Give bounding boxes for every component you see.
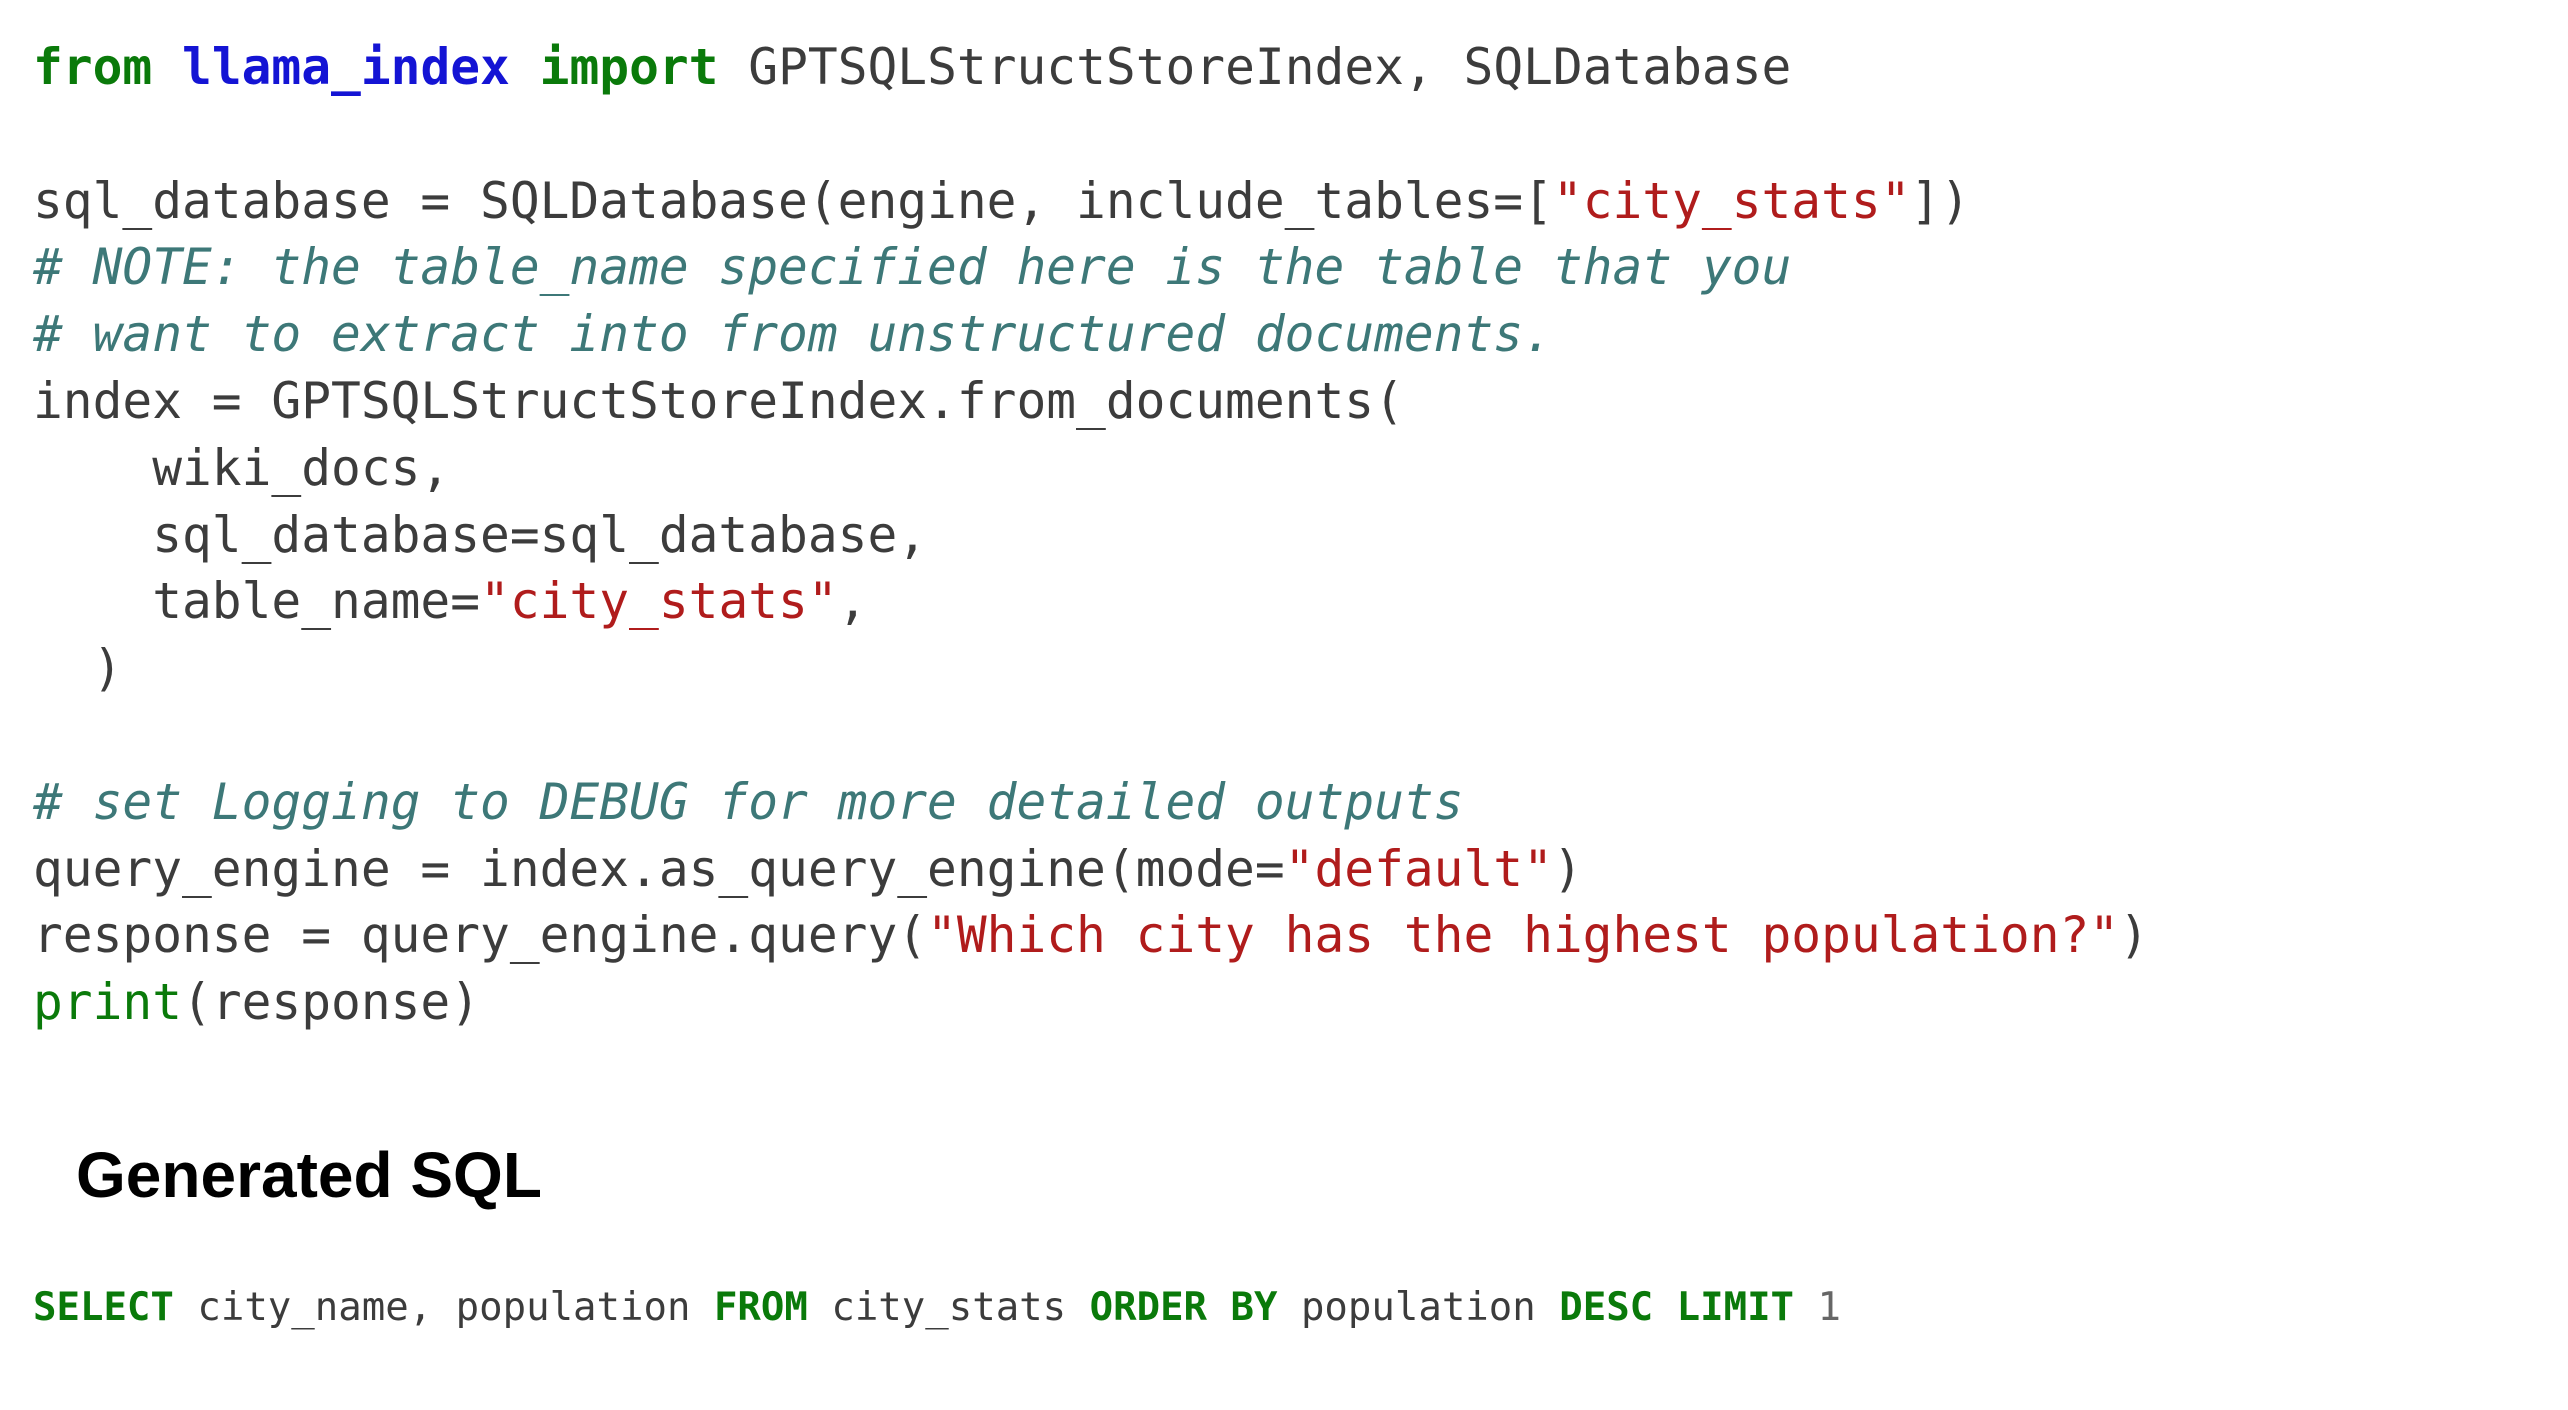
code-line: table_name="city_stats",	[33, 568, 2149, 635]
code-line: sql_database = SQLDatabase(engine, inclu…	[33, 168, 2149, 235]
code-token-plain: table_name=	[33, 572, 481, 631]
code-token-comment: # NOTE: the table_name specified here is…	[33, 238, 1792, 297]
sql-token-plain: city_name, population	[173, 1285, 714, 1330]
code-line: from llama_index import GPTSQLStructStor…	[33, 34, 2149, 101]
sql-token-num: 1	[1817, 1285, 1842, 1330]
code-line: response = query_engine.query("Which cit…	[33, 902, 2149, 969]
code-token-comment: # want to extract into from unstructured…	[33, 305, 1553, 364]
code-token-plain: wiki_docs,	[33, 438, 451, 497]
sql-query-block: SELECT city_name, population FROM city_s…	[33, 1283, 1841, 1333]
code-token-plain: )	[1552, 839, 1583, 898]
code-token-plain: ,	[837, 572, 868, 631]
code-line: wiki_docs,	[33, 435, 2149, 502]
sql-token-plain: population	[1277, 1285, 1560, 1330]
code-token-kw: import	[539, 38, 719, 96]
sql-token-kw: LIMIT	[1676, 1285, 1795, 1330]
code-line: )	[33, 635, 2149, 702]
code-token-plain: GPTSQLStructStoreIndex, SQLDatabase	[718, 38, 1792, 96]
code-line: # NOTE: the table_name specified here is…	[33, 234, 2149, 301]
code-token-plain: )	[2119, 906, 2149, 965]
sql-token-kw: FROM	[713, 1285, 808, 1330]
code-line: query_engine = index.as_query_engine(mod…	[33, 836, 2149, 903]
code-token-plain: index = GPTSQLStructStoreIndex.from_docu…	[33, 371, 1404, 430]
code-line: index = GPTSQLStructStoreIndex.from_docu…	[33, 368, 2149, 435]
sql-token-kw: SELECT	[33, 1285, 174, 1330]
blank-code-line	[33, 101, 2149, 168]
generated-sql-heading: Generated SQL	[76, 1139, 542, 1211]
code-token-builtin: print	[33, 973, 183, 1032]
sql-token-plain	[1794, 1285, 1817, 1330]
code-line: # want to extract into from unstructured…	[33, 301, 2149, 368]
code-token-mod: llama_index	[182, 38, 510, 96]
code-token-plain: sql_database = SQLDatabase(engine, inclu…	[33, 171, 1553, 230]
code-token-plain: sql_database=sql_database,	[33, 505, 928, 564]
code-token-plain: (response)	[182, 973, 481, 1032]
python-code-block: from llama_index import GPTSQLStructStor…	[33, 34, 2149, 1036]
code-token-str: "Which city has the highest population?"	[927, 906, 2120, 965]
sql-token-kw: DESC	[1559, 1285, 1654, 1330]
code-line: sql_database=sql_database,	[33, 502, 2149, 569]
code-token-plain: ])	[1910, 171, 1971, 230]
sql-token-plain: city_stats	[807, 1285, 1090, 1330]
code-token-kw: from	[33, 38, 153, 96]
code-line: print(response)	[33, 969, 2149, 1036]
code-line: # set Logging to DEBUG for more detailed…	[33, 769, 2149, 836]
code-token-str: "default"	[1284, 839, 1553, 898]
code-token-str: "city_stats"	[1552, 171, 1911, 230]
sql-token-plain	[1653, 1285, 1676, 1330]
sql-token-kw: ORDER BY	[1089, 1285, 1278, 1330]
blank-code-line	[33, 702, 2149, 769]
code-token-plain: query_engine = index.as_query_engine(mod…	[33, 839, 1285, 898]
code-token-comment: # set Logging to DEBUG for more detailed…	[33, 772, 1464, 831]
code-token-str: "city_stats"	[480, 572, 838, 631]
code-token-plain: response = query_engine.query(	[33, 906, 928, 965]
code-token-plain: )	[33, 639, 123, 698]
